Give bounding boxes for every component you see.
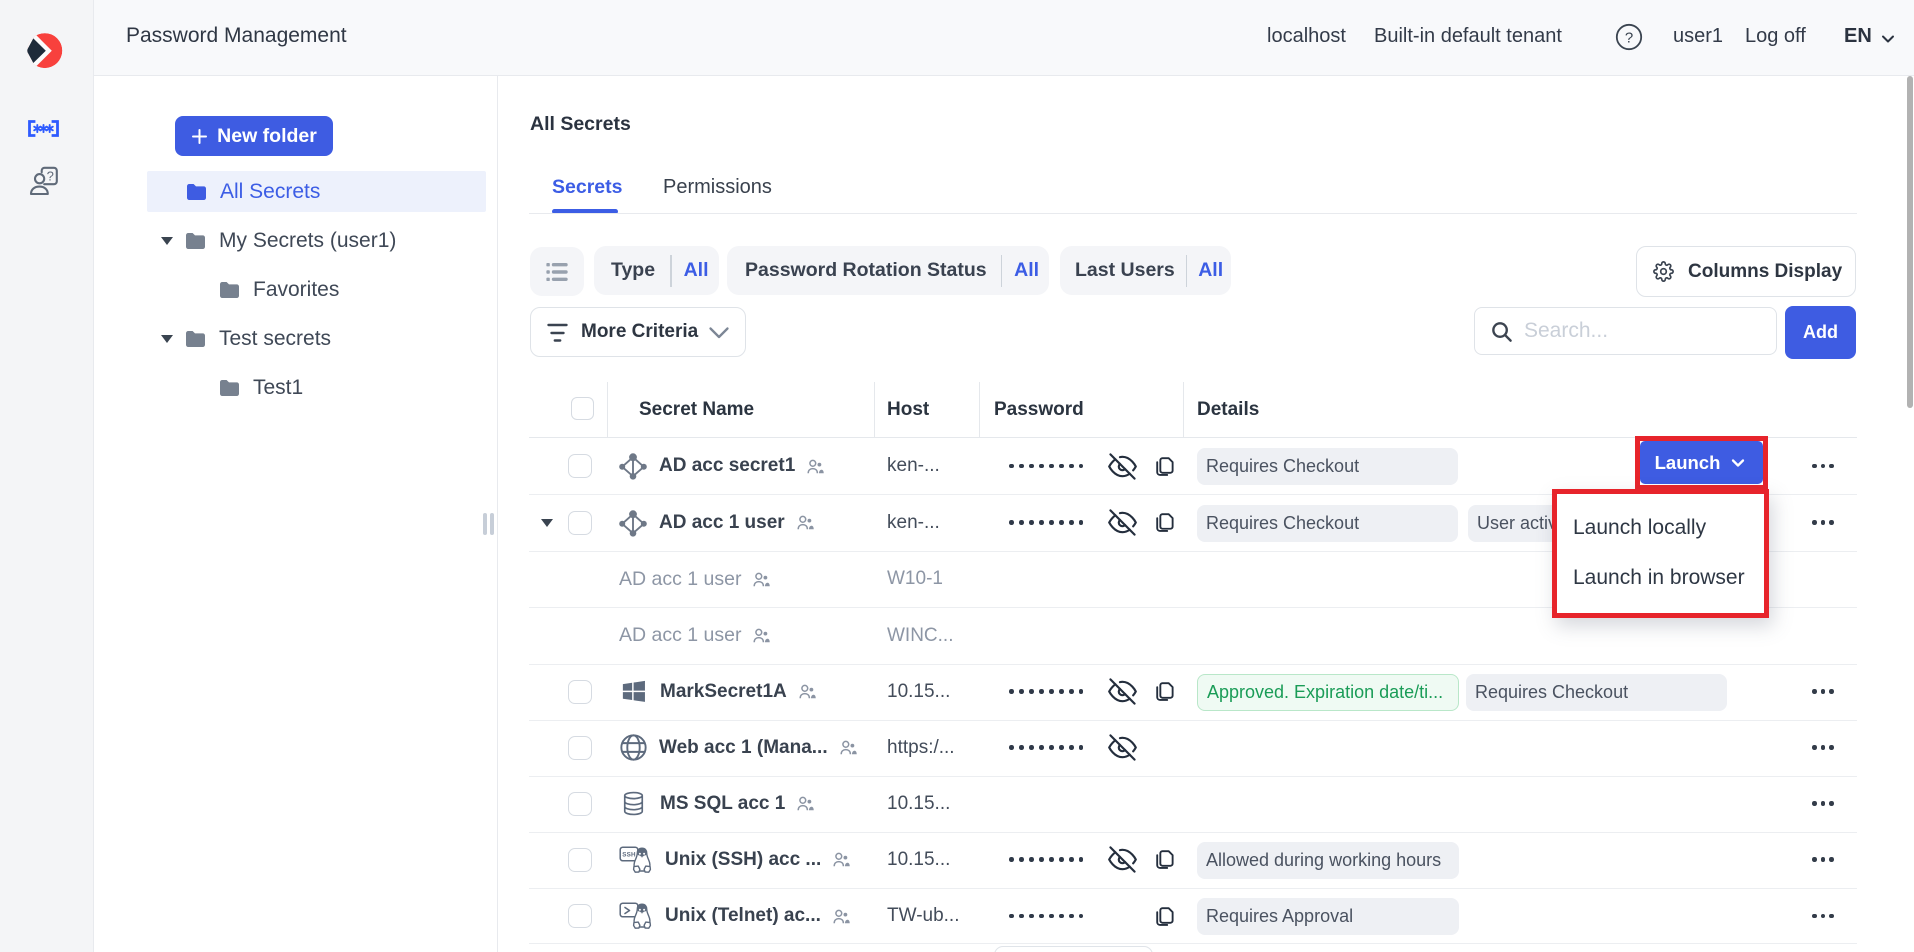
svg-text:?: ? (47, 169, 54, 184)
svg-text:?: ? (1625, 30, 1633, 47)
